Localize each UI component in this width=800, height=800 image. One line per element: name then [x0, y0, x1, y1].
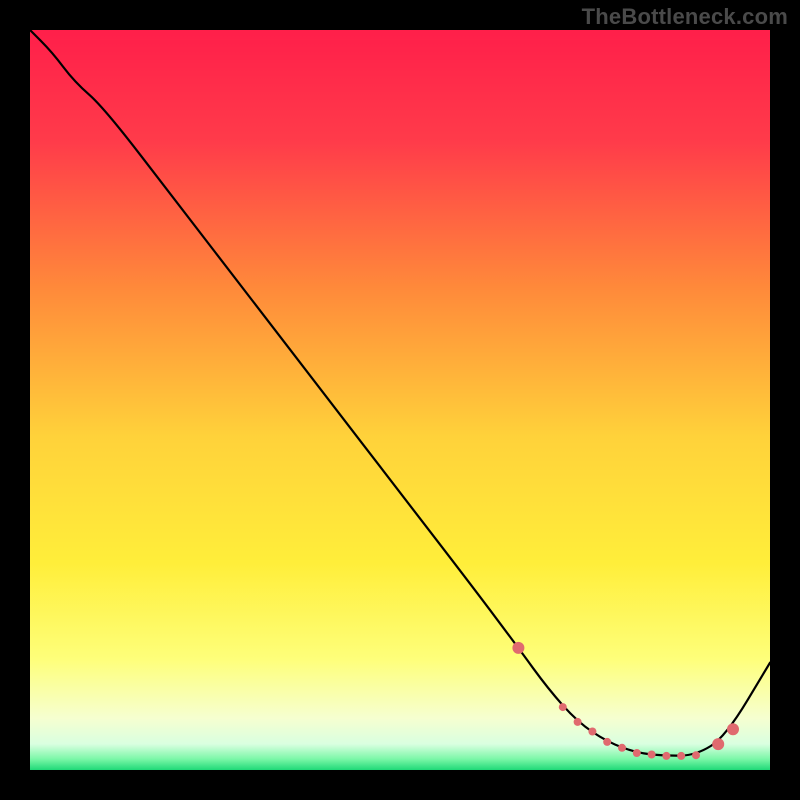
- highlight-point: [633, 749, 641, 757]
- highlight-point: [588, 728, 596, 736]
- highlight-point: [512, 642, 524, 654]
- highlight-point: [727, 723, 739, 735]
- highlight-point: [559, 703, 567, 711]
- highlight-point: [712, 738, 724, 750]
- highlight-point: [692, 751, 700, 759]
- curve-layer: [30, 30, 770, 770]
- highlight-point: [603, 738, 611, 746]
- highlight-point: [574, 718, 582, 726]
- highlight-point: [662, 752, 670, 760]
- highlight-points-group: [512, 642, 739, 760]
- highlight-point: [648, 751, 656, 759]
- watermark-text: TheBottleneck.com: [582, 4, 788, 30]
- plot-area: [30, 30, 770, 770]
- highlight-point: [618, 744, 626, 752]
- highlight-point: [677, 752, 685, 760]
- bottleneck-curve: [30, 30, 770, 756]
- chart-frame: TheBottleneck.com: [0, 0, 800, 800]
